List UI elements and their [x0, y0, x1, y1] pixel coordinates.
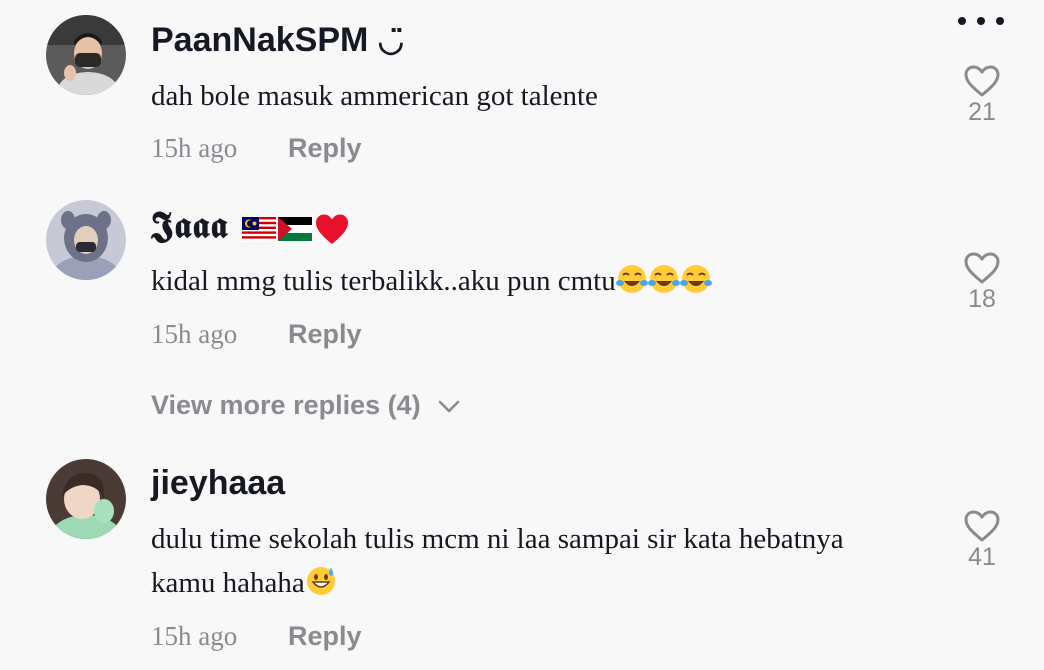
heart-outline-icon	[964, 252, 1000, 284]
username[interactable]: 𝕵𝖆𝖆𝖆	[151, 204, 350, 247]
comment-meta: 15h ago Reply	[151, 133, 362, 164]
username-text: 𝕵𝖆𝖆𝖆	[151, 205, 229, 245]
timestamp: 15h ago	[151, 621, 238, 651]
timestamp: 15h ago	[151, 133, 238, 163]
view-more-replies-button[interactable]: View more replies (4)	[151, 390, 460, 421]
like-button[interactable]: 18	[958, 251, 1006, 314]
comment-meta: 15h ago Reply	[151, 621, 362, 652]
avatar[interactable]	[46, 200, 126, 280]
username[interactable]: PaanNakSPM ◡̈	[151, 21, 404, 60]
malaysia-flag-icon	[242, 216, 277, 241]
reply-button[interactable]: Reply	[288, 621, 362, 652]
palestine-flag-icon	[278, 216, 313, 241]
like-count: 41	[968, 543, 996, 571]
like-count: 18	[968, 285, 996, 313]
more-dot	[958, 17, 966, 25]
comment-meta: 15h ago Reply	[151, 319, 362, 350]
comment-text-line: kamu hahaha	[151, 561, 931, 605]
comment-text-line: dulu time sekolah tulis mcm ni laa sampa…	[151, 523, 844, 555]
username-emoji	[242, 212, 350, 246]
comment-text: kidal mmg tulis terbalikk..aku pun cmtu	[151, 259, 931, 303]
avatar[interactable]	[46, 15, 126, 95]
like-button[interactable]: 41	[958, 509, 1006, 572]
grinning-sweat-emoji	[306, 567, 335, 595]
comment-text: dulu time sekolah tulis mcm ni laa sampa…	[151, 517, 931, 605]
like-count: 21	[968, 98, 996, 126]
more-options-icon[interactable]	[958, 14, 1004, 28]
username-text: PaanNakSPM	[151, 21, 369, 59]
chevron-down-icon	[438, 400, 460, 413]
username[interactable]: jieyhaaa	[151, 464, 285, 503]
reply-button[interactable]: Reply	[288, 319, 362, 350]
reply-button[interactable]: Reply	[288, 133, 362, 164]
heart-outline-icon	[964, 65, 1000, 97]
view-more-label: View more replies (4)	[151, 390, 421, 420]
red-heart-icon	[316, 214, 349, 244]
username-text: jieyhaaa	[151, 464, 286, 502]
tears-of-joy-emoji	[615, 265, 712, 293]
comment-text: dah bole masuk ammerican got talente	[151, 80, 598, 112]
username-suffix: ◡̈	[377, 25, 404, 58]
more-dot	[996, 17, 1004, 25]
like-button[interactable]: 21	[958, 64, 1006, 127]
heart-outline-icon	[964, 510, 1000, 542]
timestamp: 15h ago	[151, 319, 238, 349]
more-dot	[977, 17, 985, 25]
avatar[interactable]	[46, 459, 126, 539]
